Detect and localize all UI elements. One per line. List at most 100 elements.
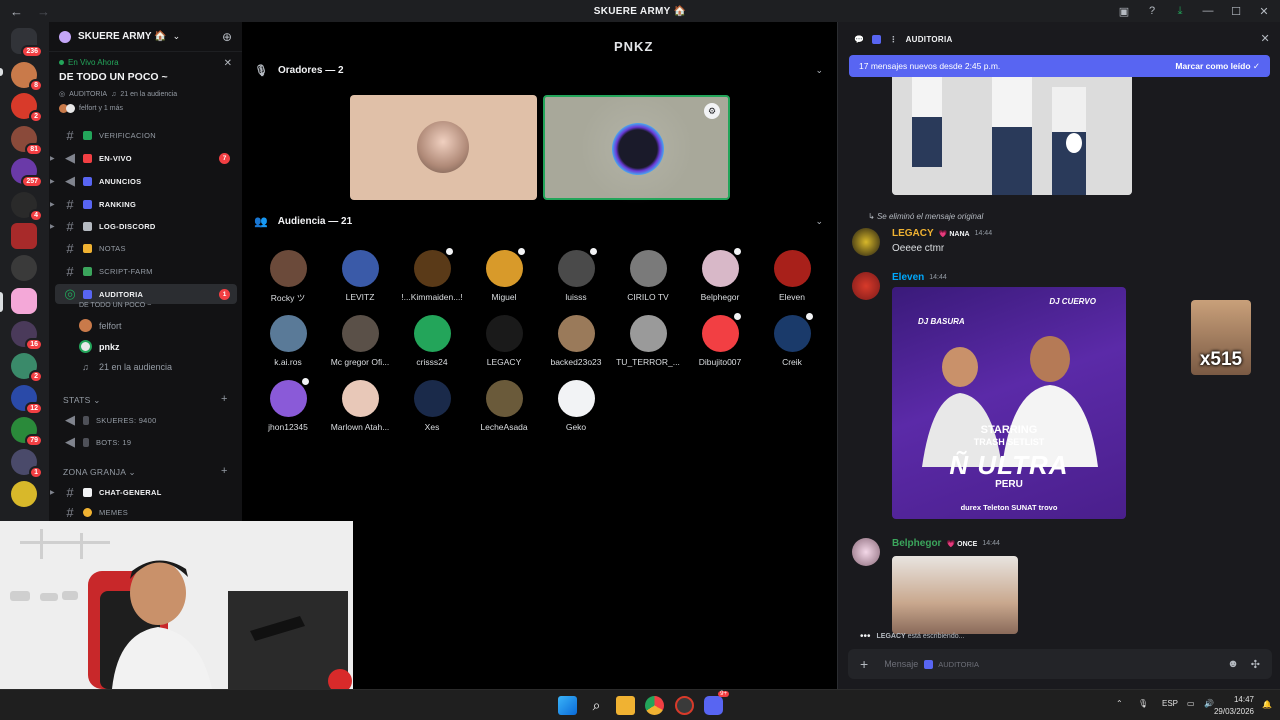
message-author[interactable]: LEGACY 💗 NANA 14:44	[892, 228, 992, 239]
audience-member[interactable]: Dibujito007	[684, 311, 756, 367]
audience-member[interactable]: LecheAsada	[468, 380, 540, 432]
category-zona-granja[interactable]: ZONA GRANJA ⌄	[63, 467, 136, 478]
audience-member[interactable]: crisss24	[396, 315, 468, 367]
audience-member[interactable]: LEVITZ	[324, 250, 396, 302]
server-icon[interactable]: 2	[11, 93, 43, 123]
server-icon[interactable]: 81	[11, 126, 43, 156]
microphone-icon[interactable]: 🎙	[1138, 699, 1148, 708]
message-author[interactable]: Eleven 14:44	[892, 272, 947, 283]
channel-auditoria[interactable]: ◎ AUDITORIA 1	[55, 284, 237, 304]
audience-member[interactable]: Geko	[540, 380, 612, 432]
server-icon[interactable]: 16	[11, 321, 43, 351]
live-now-card[interactable]: En Vivo Ahora DE TODO UN POCO ~ ◎ AUDITO…	[49, 52, 242, 117]
channel-script-farm[interactable]: # SCRIPT-FARM	[55, 261, 237, 281]
server-icon[interactable]	[11, 255, 37, 281]
invite-people-icon[interactable]: ⊕	[222, 30, 232, 44]
back-arrow-icon[interactable]: ←	[10, 4, 23, 19]
message-input[interactable]: + Mensaje AUDITORIA ☻ ✣	[848, 649, 1272, 679]
audience-member[interactable]: luisss	[540, 246, 612, 302]
new-messages-bar[interactable]: 17 mensajes nuevos desde 2:45 p.m. Marca…	[849, 55, 1270, 77]
mark-read-button[interactable]: Marcar como leído ✓	[1175, 61, 1260, 72]
language-indicator[interactable]: ESP	[1162, 699, 1178, 708]
audience-member[interactable]: Belphegor	[684, 246, 756, 302]
inbox-icon[interactable]: ▣	[1116, 3, 1132, 19]
speaker-tile-active[interactable]: ⚙	[543, 90, 730, 205]
audience-header[interactable]: 👥 Audiencia — 21	[254, 215, 352, 228]
file-explorer-icon[interactable]	[616, 696, 635, 715]
image-attachment[interactable]	[892, 556, 1018, 634]
server-icon[interactable]: 1	[11, 449, 43, 479]
server-icon[interactable]	[11, 223, 37, 249]
server-icon[interactable]: 12	[11, 385, 43, 415]
help-icon[interactable]: ?	[1144, 3, 1160, 19]
windows-start-icon[interactable]	[558, 696, 577, 715]
server-header[interactable]: SKUERE ARMY 🏠 ⌄ ⊕	[49, 22, 242, 52]
notification-bell-icon[interactable]: 🔔	[1262, 700, 1272, 709]
minimize-icon[interactable]: —	[1200, 3, 1216, 19]
audience-count[interactable]: ♫ 21 en la audiencia	[79, 362, 172, 372]
apps-icon[interactable]: ✣	[1251, 658, 1260, 671]
download-icon[interactable]: ⤓	[1172, 3, 1188, 19]
add-channel-icon[interactable]: +	[221, 393, 227, 405]
channel-anuncios[interactable]: ▶ ◀ ANUNCIOS	[50, 171, 237, 191]
audience-member[interactable]: TU_TERROR_...	[612, 315, 684, 367]
discord-icon[interactable]: 9+	[704, 691, 729, 715]
volume-icon[interactable]: 🔊	[1204, 699, 1214, 708]
poster-attachment[interactable]: DJ CUERVO DJ BASURA STARRING TRASH SETLI…	[892, 287, 1126, 519]
audience-member[interactable]: Creik	[756, 311, 828, 367]
voice-user-felfort[interactable]: felfort	[79, 319, 122, 332]
attach-plus-icon[interactable]: +	[860, 656, 868, 672]
message-author[interactable]: Belphegor 💗 ONCE 14:44	[892, 538, 1000, 549]
chrome-icon[interactable]	[645, 696, 664, 715]
speakers-header[interactable]: 🎙 Oradores — 2	[254, 64, 344, 77]
audience-member[interactable]: Mc gregor Ofi...	[324, 315, 396, 367]
close-window-icon[interactable]: ✕	[1256, 3, 1272, 19]
server-icon[interactable]: 8	[11, 62, 43, 92]
avatar[interactable]	[852, 538, 880, 566]
audience-member[interactable]: Marlown Atah...	[324, 380, 396, 432]
audience-member[interactable]: Xes	[396, 380, 468, 432]
server-icon[interactable]: 2	[11, 353, 43, 383]
audience-member[interactable]: LEGACY	[468, 315, 540, 367]
audience-member[interactable]: backed23o23	[540, 315, 612, 367]
chevron-down-icon[interactable]: ⌄	[815, 216, 823, 227]
voice-user-pnkz[interactable]: pnkz	[79, 340, 120, 353]
channel-log-discord[interactable]: ▶ # LOG-DISCORD	[50, 216, 237, 236]
audience-member[interactable]: !...Kimmaiden...!	[396, 246, 468, 302]
server-icon[interactable]: 4	[11, 192, 43, 222]
close-icon[interactable]: ✕	[224, 58, 232, 69]
chevron-down-icon[interactable]: ⌄	[815, 65, 823, 76]
maximize-icon[interactable]: ☐	[1228, 3, 1244, 19]
channel-notas[interactable]: # NOTAS	[55, 238, 237, 258]
category-stats[interactable]: STATS ⌄	[63, 395, 101, 406]
server-icon[interactable]: 257	[11, 158, 43, 188]
audience-member[interactable]: CIRILO TV	[612, 250, 684, 302]
channel-stat-bots[interactable]: ◀ BOTS: 19	[55, 432, 237, 452]
channel-verificacion[interactable]: # VERIFICACION	[55, 125, 237, 145]
audience-member[interactable]: Miguel	[468, 246, 540, 302]
channel-chat-general[interactable]: ▶ # CHAT-GENERAL	[50, 482, 237, 502]
search-icon[interactable]: ⌕	[587, 696, 606, 715]
chevron-up-icon[interactable]: ⌃	[1116, 699, 1123, 708]
audience-member[interactable]: k.ai.ros	[252, 315, 324, 367]
speaker-tile[interactable]	[350, 95, 537, 200]
channel-ranking[interactable]: ▶ # RANKING	[50, 194, 237, 214]
server-icon[interactable]	[11, 481, 37, 507]
system-clock[interactable]: 14:47 29/03/2026	[1214, 694, 1254, 718]
channel-memes[interactable]: # MEMES	[55, 505, 237, 519]
add-channel-icon[interactable]: +	[221, 465, 227, 477]
home-dm-icon[interactable]: 236	[11, 28, 43, 58]
audience-member[interactable]: Eleven	[756, 250, 828, 302]
close-icon[interactable]: ✕	[1260, 32, 1270, 45]
avatar[interactable]	[852, 228, 880, 256]
audience-member[interactable]: Rocky ツ	[252, 250, 324, 304]
network-icon[interactable]: ▭	[1187, 699, 1195, 708]
audience-member[interactable]: jhon12345	[252, 376, 324, 432]
emoji-icon[interactable]: ☻	[1227, 658, 1239, 671]
avatar[interactable]	[852, 272, 880, 300]
image-attachment[interactable]	[892, 77, 1132, 195]
channel-en-vivo[interactable]: ▶ ◀ EN-VIVO 7	[50, 148, 237, 168]
channel-stat-skueres[interactable]: ◀ SKUERES: 9400	[55, 410, 237, 430]
forward-arrow-icon[interactable]: →	[37, 4, 50, 19]
server-icon[interactable]: 79	[11, 417, 43, 447]
